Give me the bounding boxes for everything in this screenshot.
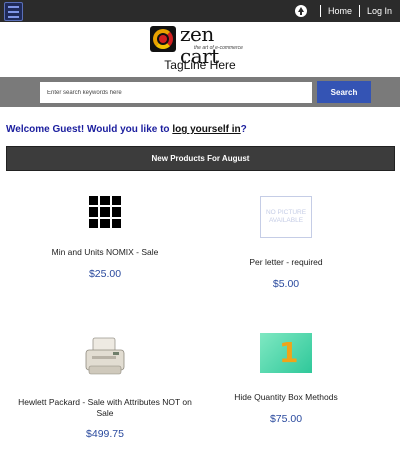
product-card[interactable]: Min and Units NOMIX - Sale $25.00	[10, 196, 200, 280]
divider	[358, 5, 360, 17]
up-arrow-icon[interactable]	[294, 5, 307, 17]
product-name[interactable]: Hewlett Packard - Sale with Attributes N…	[10, 397, 200, 419]
site-logo[interactable]: zen cart the art of e-commerce	[150, 23, 254, 67]
login-link[interactable]: Log In	[367, 6, 392, 16]
number-one-box-image[interactable]: 1	[260, 333, 312, 373]
product-name[interactable]: Per letter - required	[191, 257, 381, 268]
site-tagline: TagLine Here	[164, 58, 236, 72]
product-price: $25.00	[88, 268, 122, 280]
divider	[319, 5, 321, 17]
search-bar: Search	[0, 77, 400, 107]
top-nav: Home Log In	[294, 0, 392, 22]
product-card[interactable]: 1 Hide Quantity Box Methods $75.00	[191, 333, 381, 425]
welcome-suffix: ?	[240, 124, 247, 135]
product-card[interactable]: Hewlett Packard - Sale with Attributes N…	[10, 336, 200, 440]
product-price: $499.75	[86, 428, 124, 440]
welcome-message: Welcome Guest! Would you like to log you…	[6, 124, 247, 135]
home-link[interactable]: Home	[328, 6, 352, 16]
grid-icon[interactable]	[89, 196, 121, 228]
product-name[interactable]: Hide Quantity Box Methods	[191, 392, 381, 403]
top-bar: Home Log In	[0, 0, 400, 22]
menu-icon[interactable]	[4, 2, 23, 21]
no-picture-image[interactable]: NO PICTURE AVAILABLE	[260, 196, 312, 238]
logo-mark-icon	[150, 26, 176, 52]
product-price: $75.00	[269, 413, 303, 425]
search-input[interactable]	[40, 82, 312, 103]
product-name[interactable]: Min and Units NOMIX - Sale	[10, 247, 200, 258]
section-heading: New Products For August	[6, 146, 395, 171]
login-link-inline[interactable]: log yourself in	[172, 124, 240, 135]
welcome-prefix: Welcome Guest! Would you like to	[6, 124, 173, 135]
box-number: 1	[279, 336, 299, 369]
product-card[interactable]: NO PICTURE AVAILABLE Per letter - requir…	[191, 196, 381, 290]
product-price: $5.00	[272, 278, 300, 290]
printer-icon[interactable]	[83, 336, 127, 378]
search-button[interactable]: Search	[317, 81, 371, 103]
logo-tagline: the art of e-commerce	[194, 45, 243, 51]
